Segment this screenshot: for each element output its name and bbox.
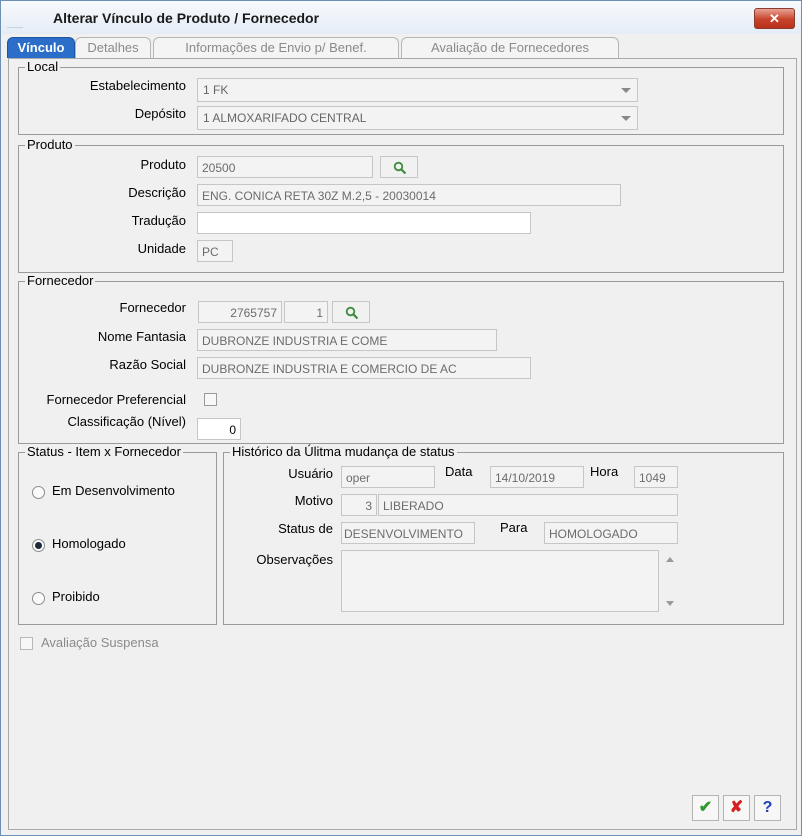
tab-vinculo[interactable]: Vínculo bbox=[7, 37, 75, 58]
radio-proibido[interactable] bbox=[32, 592, 45, 605]
hora-label: Hora bbox=[590, 464, 619, 479]
fornecedor-seq-field[interactable]: 1 bbox=[284, 301, 328, 323]
fornecedor-preferencial-checkbox[interactable] bbox=[204, 393, 217, 406]
fornecedor-legend: Fornecedor bbox=[25, 273, 96, 289]
para-field[interactable]: HOMOLOGADO bbox=[544, 522, 678, 544]
radio-em-desenvolvimento-label: Em Desenvolvimento bbox=[52, 483, 175, 498]
dialog-window: Alterar Vínculo de Produto / Fornecedor … bbox=[0, 0, 802, 836]
nome-fantasia-label: Nome Fantasia bbox=[97, 329, 186, 344]
unidade-label: Unidade bbox=[137, 241, 186, 256]
motivo-field[interactable]: LIBERADO bbox=[378, 494, 678, 516]
radio-proibido-label: Proibido bbox=[52, 589, 100, 604]
produto-field[interactable]: 20500 bbox=[197, 156, 373, 178]
radio-homologado-label: Homologado bbox=[52, 536, 126, 551]
help-icon: ? bbox=[762, 799, 773, 816]
unidade-field[interactable]: PC bbox=[197, 240, 233, 262]
group-status: Status - Item x Fornecedor Em Desenvolvi… bbox=[18, 444, 217, 625]
para-label: Para bbox=[500, 520, 528, 535]
observacoes-textarea[interactable] bbox=[341, 550, 659, 612]
estabelecimento-value: 1 FK bbox=[203, 83, 229, 97]
cancel-button[interactable]: ✘ bbox=[723, 795, 750, 821]
traducao-field[interactable] bbox=[197, 212, 531, 234]
status-legend: Status - Item x Fornecedor bbox=[25, 444, 183, 460]
avaliacao-suspensa-checkbox[interactable] bbox=[20, 637, 33, 650]
razao-social-field[interactable]: DUBRONZE INDUSTRIA E COMERCIO DE AC bbox=[197, 357, 531, 379]
radio-homologado[interactable] bbox=[32, 539, 45, 552]
chevron-down-icon bbox=[621, 88, 631, 93]
local-legend: Local bbox=[25, 59, 61, 75]
scroll-arrows-icon bbox=[666, 557, 674, 606]
help-button[interactable]: ? bbox=[754, 795, 781, 821]
group-produto: Produto Produto 20500 Descrição ENG. CON… bbox=[18, 137, 784, 273]
traducao-label: Tradução bbox=[131, 213, 186, 228]
avaliacao-suspensa-label: Avaliação Suspensa bbox=[41, 635, 159, 650]
classificacao-label: Classificação (Nível) bbox=[67, 414, 186, 429]
tab-detalhes[interactable]: Detalhes bbox=[75, 37, 151, 58]
nome-fantasia-field[interactable]: DUBRONZE INDUSTRIA E COME bbox=[197, 329, 497, 351]
status-de-field[interactable]: DESENVOLVIMENTO bbox=[341, 522, 475, 544]
produto-legend: Produto bbox=[25, 137, 75, 153]
motivo-label: Motivo bbox=[294, 493, 333, 508]
deposito-value: 1 ALMOXARIFADO CENTRAL bbox=[203, 111, 367, 125]
radio-em-desenvolvimento[interactable] bbox=[32, 486, 45, 499]
produto-search-button[interactable] bbox=[380, 156, 418, 178]
motivo-code-field[interactable]: 3 bbox=[341, 494, 377, 516]
group-local: Local Estabelecimento 1 FK Depósito 1 AL… bbox=[18, 59, 784, 135]
descricao-field[interactable]: ENG. CONICA RETA 30Z M.2,5 - 20030014 bbox=[197, 184, 621, 206]
title-bar: Alterar Vínculo de Produto / Fornecedor … bbox=[1, 1, 801, 34]
fornecedor-label: Fornecedor bbox=[119, 300, 186, 315]
check-icon: ✔ bbox=[698, 799, 713, 816]
status-de-label: Status de bbox=[278, 521, 333, 536]
usuario-label: Usuário bbox=[288, 466, 333, 481]
estabelecimento-label: Estabelecimento bbox=[89, 78, 186, 93]
classificacao-field[interactable]: 0 bbox=[197, 418, 241, 440]
window-icon bbox=[7, 5, 23, 28]
observacoes-scrollbar[interactable] bbox=[661, 550, 679, 612]
descricao-label: Descrição bbox=[128, 185, 186, 200]
close-button[interactable]: ✕ bbox=[754, 8, 795, 29]
window-title: Alterar Vínculo de Produto / Fornecedor bbox=[53, 10, 320, 26]
tab-panel-vinculo: Local Estabelecimento 1 FK Depósito 1 AL… bbox=[8, 58, 797, 830]
data-label: Data bbox=[445, 464, 473, 479]
razao-social-label: Razão Social bbox=[109, 357, 186, 372]
data-field[interactable]: 14/10/2019 bbox=[490, 466, 584, 488]
x-icon: ✘ bbox=[729, 799, 744, 816]
deposito-select[interactable]: 1 ALMOXARIFADO CENTRAL bbox=[197, 106, 638, 130]
observacoes-label: Observações bbox=[256, 552, 333, 567]
search-icon bbox=[393, 161, 407, 175]
confirm-button[interactable]: ✔ bbox=[692, 795, 719, 821]
fornecedor-search-button[interactable] bbox=[332, 301, 370, 323]
tab-avaliacao-fornecedores[interactable]: Avaliação de Fornecedores bbox=[401, 37, 619, 58]
historico-legend: Histórico da Úlitma mudança de status bbox=[230, 444, 457, 460]
group-fornecedor: Fornecedor Fornecedor 2765757 1 Nome Fan… bbox=[18, 273, 784, 444]
usuario-field[interactable]: oper bbox=[341, 466, 435, 488]
estabelecimento-select[interactable]: 1 FK bbox=[197, 78, 638, 102]
tab-informacoes-envio[interactable]: Informações de Envio p/ Benef. bbox=[153, 37, 399, 58]
deposito-label: Depósito bbox=[134, 106, 186, 121]
produto-label: Produto bbox=[140, 157, 186, 172]
hora-field[interactable]: 1049 bbox=[634, 466, 678, 488]
search-icon bbox=[345, 306, 359, 320]
fornecedor-code-field[interactable]: 2765757 bbox=[198, 301, 282, 323]
fornecedor-preferencial-label: Fornecedor Preferencial bbox=[46, 392, 186, 407]
group-historico: Histórico da Úlitma mudança de status Us… bbox=[223, 444, 784, 625]
chevron-down-icon bbox=[621, 116, 631, 121]
